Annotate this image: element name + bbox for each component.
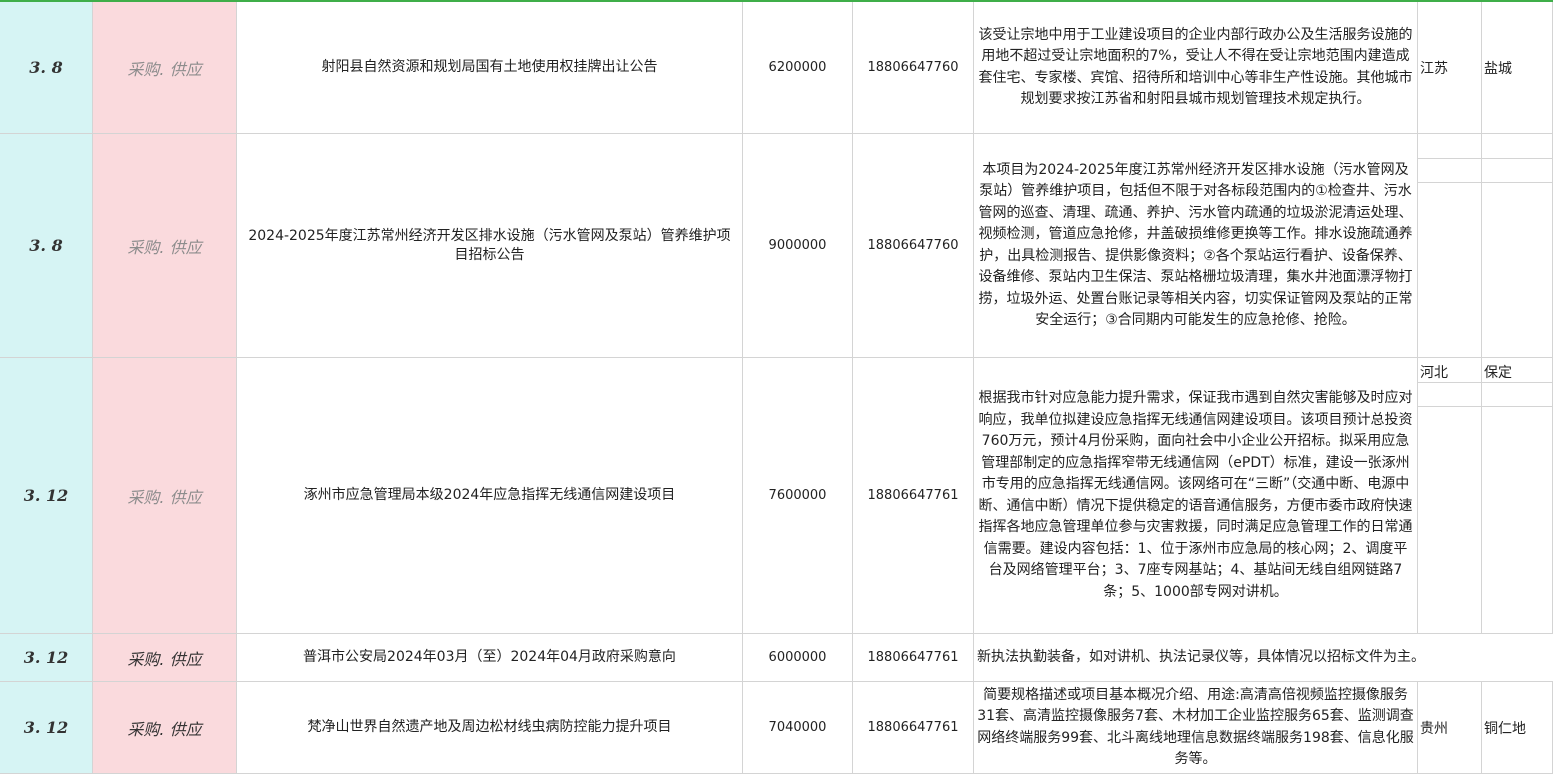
title-cell[interactable]: 普洱市公安局2024年03月（至）2024年04月政府采购意向	[237, 634, 743, 682]
description-cell[interactable]: 该受让宗地中用于工业建设项目的企业内部行政办公及生活服务设施的用地不超过受让宗地…	[974, 2, 1418, 134]
title-cell[interactable]: 射阳县自然资源和规划局国有土地使用权挂牌出让公告	[237, 2, 743, 134]
grid-line	[1418, 182, 1553, 183]
amount-cell[interactable]: 9000000	[743, 134, 853, 358]
phone-cell[interactable]: 18806647761	[853, 358, 974, 634]
province-cell[interactable]: 贵州	[1418, 682, 1482, 774]
province-text: 河北	[1420, 365, 1448, 381]
title-cell[interactable]: 2024-2025年度江苏常州经济开发区排水设施（污水管网及泵站）管养维护项目招…	[237, 134, 743, 358]
spreadsheet-grid: 3. 8 采购. 供应 射阳县自然资源和规划局国有土地使用权挂牌出让公告 620…	[0, 0, 1553, 774]
grid-line	[1418, 406, 1553, 407]
description-cell[interactable]: 根据我市针对应急能力提升需求，保证我市遇到自然灾害能够及时应对响应，我单位拟建设…	[974, 358, 1418, 634]
phone-cell[interactable]: 18806647760	[853, 2, 974, 134]
category-cell[interactable]: 采购. 供应	[93, 134, 237, 358]
province-cell[interactable]	[1418, 134, 1482, 358]
phone-cell[interactable]: 18806647761	[853, 634, 974, 682]
phone-cell[interactable]: 18806647761	[853, 682, 974, 774]
province-cell[interactable]: 江苏	[1418, 2, 1482, 134]
amount-cell[interactable]: 6000000	[743, 634, 853, 682]
description-cell[interactable]: 本项目为2024-2025年度江苏常州经济开发区排水设施（污水管网及泵站）管养维…	[974, 134, 1418, 358]
date-cell[interactable]: 3. 12	[0, 682, 93, 774]
title-cell[interactable]: 梵净山世界自然遗产地及周边松材线虫病防控能力提升项目	[237, 682, 743, 774]
date-cell[interactable]: 3. 12	[0, 634, 93, 682]
category-cell[interactable]: 采购. 供应	[93, 634, 237, 682]
phone-cell[interactable]: 18806647760	[853, 134, 974, 358]
date-cell[interactable]: 3. 12	[0, 358, 93, 634]
category-cell[interactable]: 采购. 供应	[93, 2, 237, 134]
category-cell[interactable]: 采购. 供应	[93, 358, 237, 634]
amount-cell[interactable]: 7040000	[743, 682, 853, 774]
city-cell[interactable]: 盐城	[1482, 2, 1553, 134]
grid-line	[1418, 382, 1553, 383]
description-cell[interactable]: 简要规格描述或项目基本概况介绍、用途:高清高倍视频监控摄像服务31套、高清监控摄…	[974, 682, 1418, 774]
city-text: 保定	[1484, 365, 1512, 381]
city-cell[interactable]	[1482, 134, 1553, 358]
province-cell[interactable]: 河北	[1418, 358, 1482, 634]
city-cell[interactable]: 保定	[1482, 358, 1553, 634]
grid-line	[1418, 158, 1553, 159]
date-cell[interactable]: 3. 8	[0, 134, 93, 358]
category-cell[interactable]: 采购. 供应	[93, 682, 237, 774]
title-cell[interactable]: 涿州市应急管理局本级2024年应急指挥无线通信网建设项目	[237, 358, 743, 634]
city-cell[interactable]: 铜仁地	[1482, 682, 1553, 774]
amount-cell[interactable]: 6200000	[743, 2, 853, 134]
description-cell[interactable]: 新执法执勤装备，如对讲机、执法记录仪等，具体情况以招标文件为主。	[974, 634, 1553, 682]
amount-cell[interactable]: 7600000	[743, 358, 853, 634]
date-cell[interactable]: 3. 8	[0, 2, 93, 134]
